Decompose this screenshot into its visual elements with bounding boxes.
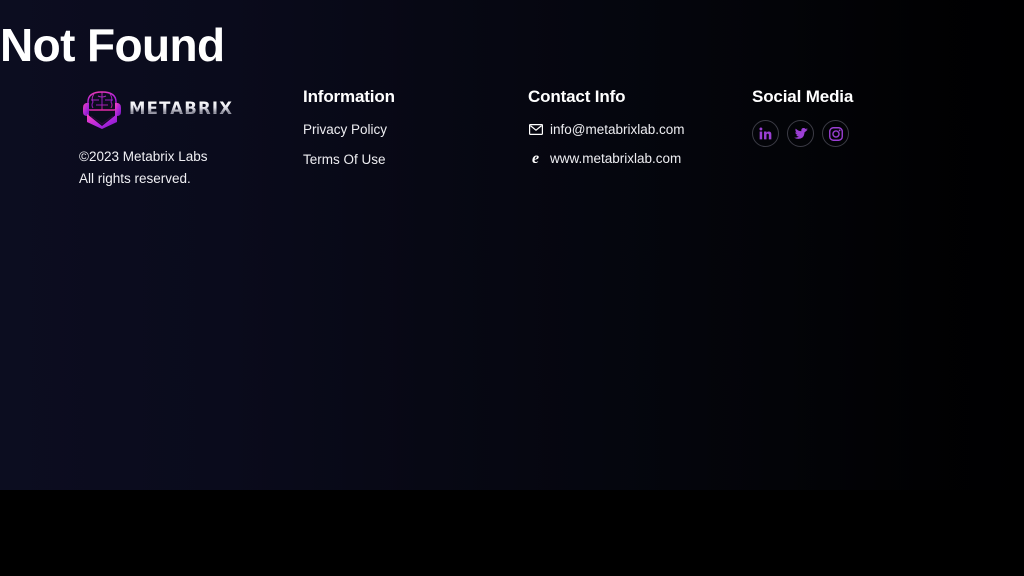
brand-wordmark: METABRIX bbox=[129, 98, 234, 118]
link-privacy-policy[interactable]: Privacy Policy bbox=[303, 120, 387, 139]
footer-column-social: Social Media bbox=[752, 86, 962, 147]
information-link-list: Privacy Policy Terms Of Use bbox=[303, 120, 503, 169]
metabrix-brain-headset-icon bbox=[83, 91, 121, 129]
contact-row-website[interactable]: e www.metabrixlab.com bbox=[528, 149, 738, 168]
social-link-linkedin[interactable] bbox=[752, 120, 779, 147]
contact-info-heading: Contact Info bbox=[528, 87, 626, 106]
social-media-heading: Social Media bbox=[752, 87, 854, 106]
social-links-row bbox=[752, 120, 962, 147]
contact-email-text[interactable]: info@metabrixlab.com bbox=[550, 120, 685, 139]
copyright-line-2: All rights reserved. bbox=[79, 171, 191, 186]
list-item: Terms Of Use bbox=[303, 150, 503, 169]
envelope-icon bbox=[528, 122, 543, 137]
linkedin-icon bbox=[759, 127, 772, 140]
page-title: Not Found bbox=[0, 19, 225, 71]
footer-column-contact: Contact Info info@metabrixlab.com e www.… bbox=[528, 86, 738, 168]
contact-row-email[interactable]: info@metabrixlab.com bbox=[528, 120, 738, 139]
social-link-instagram[interactable] bbox=[822, 120, 849, 147]
footer-column-brand: METABRIX ©2023 Metabrix Labs All rights … bbox=[79, 86, 289, 190]
site-footer: METABRIX ©2023 Metabrix Labs All rights … bbox=[0, 86, 1024, 216]
page-root: Not Found METABRIX ©2023 Metabrix Labs A… bbox=[0, 0, 1024, 576]
social-link-twitter[interactable] bbox=[787, 120, 814, 147]
instagram-icon bbox=[828, 126, 843, 141]
footer-column-information: Information Privacy Policy Terms Of Use bbox=[303, 86, 503, 169]
copyright-line-1: ©2023 Metabrix Labs bbox=[79, 149, 208, 164]
information-heading: Information bbox=[303, 87, 395, 106]
contact-website-text[interactable]: www.metabrixlab.com bbox=[550, 149, 681, 168]
footer-gradient-panel: Not Found METABRIX ©2023 Metabrix Labs A… bbox=[0, 0, 1024, 490]
internet-explorer-icon: e bbox=[531, 150, 540, 167]
brand-logo[interactable]: METABRIX bbox=[79, 88, 289, 130]
list-item: Privacy Policy bbox=[303, 120, 503, 139]
twitter-icon bbox=[793, 127, 808, 139]
copyright-block: ©2023 Metabrix Labs All rights reserved. bbox=[79, 146, 289, 190]
link-terms-of-use[interactable]: Terms Of Use bbox=[303, 150, 386, 169]
